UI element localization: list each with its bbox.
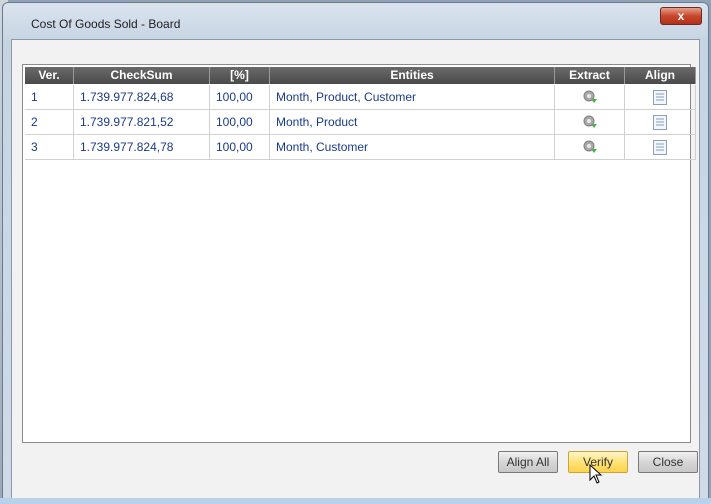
- cell-ver: 3: [25, 135, 74, 159]
- grid-header: Ver. CheckSum [%] Entities Extract Align: [25, 67, 696, 84]
- dialog-content: Ver. CheckSum [%] Entities Extract Align…: [11, 39, 700, 499]
- extract-button[interactable]: [555, 135, 625, 159]
- align-all-button[interactable]: Align All: [498, 451, 558, 473]
- column-header-ver[interactable]: Ver.: [25, 67, 74, 84]
- window-title: Cost Of Goods Sold - Board: [31, 17, 181, 31]
- document-icon: [653, 89, 667, 105]
- cell-percent: 100,00: [210, 110, 270, 134]
- gear-arrow-icon: [583, 90, 597, 103]
- align-button[interactable]: [625, 110, 696, 134]
- dialog-window: Cost Of Goods Sold - Board x Ver. CheckS…: [2, 2, 709, 502]
- column-header-extract[interactable]: Extract: [555, 67, 625, 84]
- pointer-cursor-icon: [589, 464, 603, 484]
- cell-ver: 1: [25, 85, 74, 109]
- cell-checksum: 1.739.977.824,68: [74, 85, 210, 109]
- taskbar-edge: [0, 498, 711, 504]
- column-header-entities[interactable]: Entities: [270, 67, 555, 84]
- document-icon: [653, 114, 667, 130]
- cell-entities: Month, Product, Customer: [270, 85, 555, 109]
- extract-button[interactable]: [555, 110, 625, 134]
- cell-percent: 100,00: [210, 135, 270, 159]
- column-header-checksum[interactable]: CheckSum: [74, 67, 210, 84]
- versions-grid: Ver. CheckSum [%] Entities Extract Align…: [22, 64, 696, 443]
- gear-arrow-icon: [583, 140, 597, 153]
- gear-arrow-icon: [583, 115, 597, 128]
- align-button[interactable]: [625, 135, 696, 159]
- cell-entities: Month, Product: [270, 110, 555, 134]
- document-icon: [653, 139, 667, 155]
- table-row[interactable]: 1 1.739.977.824,68 100,00 Month, Product…: [25, 85, 696, 110]
- cell-checksum: 1.739.977.821,52: [74, 110, 210, 134]
- close-button[interactable]: Close: [638, 451, 698, 473]
- cell-percent: 100,00: [210, 85, 270, 109]
- window-close-button[interactable]: x: [660, 7, 702, 25]
- title-bar[interactable]: Cost Of Goods Sold - Board x: [3, 3, 708, 39]
- cell-ver: 2: [25, 110, 74, 134]
- extract-button[interactable]: [555, 85, 625, 109]
- table-row[interactable]: 3 1.739.977.824,78 100,00 Month, Custome…: [25, 135, 696, 160]
- cell-checksum: 1.739.977.824,78: [74, 135, 210, 159]
- table-row[interactable]: 2 1.739.977.821,52 100,00 Month, Product: [25, 110, 696, 135]
- align-button[interactable]: [625, 85, 696, 109]
- column-header-align[interactable]: Align: [625, 67, 696, 84]
- column-header-percent[interactable]: [%]: [210, 67, 270, 84]
- cell-entities: Month, Customer: [270, 135, 555, 159]
